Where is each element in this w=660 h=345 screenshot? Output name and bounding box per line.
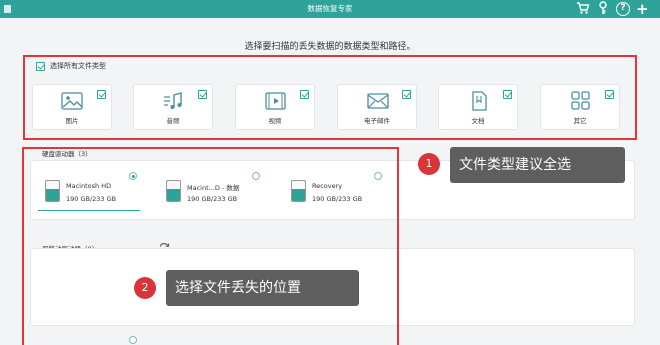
category-checkbox[interactable] <box>97 90 106 99</box>
image-icon <box>61 92 83 110</box>
annotation-number-1: 1 <box>418 153 440 175</box>
category-card-email[interactable]: 电子邮件 <box>337 84 417 130</box>
annotation-number-2: 2 <box>134 277 156 299</box>
category-card-audio[interactable]: 音频 <box>133 84 213 130</box>
select-all-checkbox[interactable] <box>36 61 45 71</box>
category-checkbox[interactable] <box>402 90 411 99</box>
category-label: 视频 <box>268 117 282 125</box>
category-card-video[interactable]: 视频 <box>235 84 315 130</box>
category-checkbox[interactable] <box>300 90 309 99</box>
key-icon[interactable] <box>598 1 608 17</box>
app-title: 数据恢复专家 <box>307 4 353 13</box>
other-icon <box>571 91 590 110</box>
page-subtitle: 选择要扫描的丢失数据的数据类型和路径。 <box>244 42 416 52</box>
category-label: 电子邮件 <box>364 117 390 125</box>
audio-icon <box>164 92 182 109</box>
category-label: 音频 <box>166 117 180 125</box>
category-label: 文档 <box>471 117 485 125</box>
category-card-images[interactable]: 图片 <box>32 84 112 130</box>
add-icon[interactable]: + <box>636 1 649 17</box>
shopping-cart-icon[interactable] <box>576 1 590 17</box>
category-checkbox[interactable] <box>198 90 207 99</box>
annotation-tooltip-1: 文件类型建议全选 <box>450 147 625 183</box>
category-checkbox[interactable] <box>503 90 512 99</box>
select-all-row[interactable]: 选择所有文件类型 <box>36 60 106 72</box>
document-icon <box>472 91 487 111</box>
category-checkbox[interactable] <box>605 90 614 99</box>
annotation-tooltip-2: 选择文件丢失的位置 <box>166 270 359 306</box>
category-card-documents[interactable]: 文档 <box>438 84 518 130</box>
category-label: 图片 <box>65 117 79 125</box>
video-icon <box>265 92 286 110</box>
drives-highlight-frame <box>22 147 399 345</box>
select-all-label: 选择所有文件类型 <box>50 62 106 70</box>
email-icon <box>367 93 389 109</box>
category-card-other[interactable]: 其它 <box>540 84 620 130</box>
help-icon[interactable]: ? <box>616 2 630 16</box>
category-label: 其它 <box>573 117 587 125</box>
